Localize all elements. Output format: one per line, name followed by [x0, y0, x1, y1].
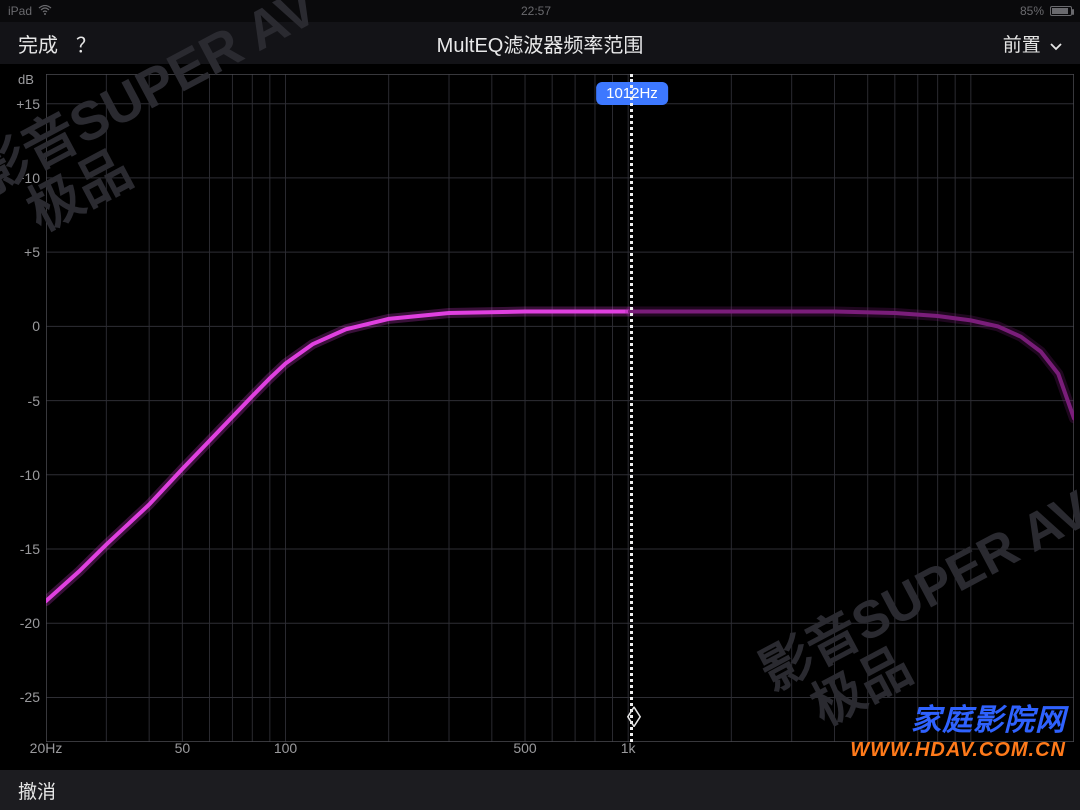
y-tick-label: +15: [0, 96, 40, 112]
x-tick-label: 500: [513, 740, 536, 756]
channel-label: 前置: [1003, 35, 1041, 56]
status-bar: iPad 22:57 85%: [0, 0, 1080, 22]
device-label: iPad: [8, 4, 32, 18]
battery-pct: 85%: [1020, 4, 1044, 18]
cursor-line[interactable]: [630, 74, 633, 742]
help-button[interactable]: ？: [76, 29, 96, 58]
curve-response-inactive: [630, 312, 1074, 419]
y-tick-label: -25: [0, 689, 40, 705]
cursor-drag-handle[interactable]: 〈〉: [614, 700, 650, 732]
channel-selector[interactable]: 前置: [1003, 30, 1062, 57]
y-tick-label: 0: [0, 318, 40, 334]
done-button[interactable]: 完成: [18, 29, 58, 58]
y-tick-label: -5: [0, 393, 40, 409]
y-tick-label: -15: [0, 541, 40, 557]
curve-response-active: [46, 312, 630, 602]
wifi-icon: [38, 4, 52, 18]
nav-bar: 完成 ？ MultEQ滤波器频率范围 前置: [0, 22, 1080, 64]
status-time: 22:57: [521, 4, 551, 18]
undo-button[interactable]: 撤消: [18, 777, 56, 804]
eq-chart: dB 1012Hz 〈〉 +15+10+50-5-10-15-20-2520Hz…: [0, 64, 1080, 770]
curve-response-active: [46, 312, 630, 602]
y-tick-label: +10: [0, 170, 40, 186]
y-tick-label: -10: [0, 467, 40, 483]
x-tick-label: 50: [175, 740, 191, 756]
x-tick-label: 20Hz: [30, 740, 63, 756]
plot-area[interactable]: [46, 74, 1074, 742]
chevron-down-icon: [1050, 35, 1062, 57]
page-title: MultEQ滤波器频率范围: [437, 29, 644, 58]
y-tick-label: -20: [0, 615, 40, 631]
y-axis-unit: dB: [18, 72, 34, 87]
y-tick-label: +5: [0, 244, 40, 260]
x-tick-label: 1k: [621, 740, 636, 756]
battery-icon: [1050, 6, 1072, 16]
bottom-bar: 撤消: [0, 770, 1080, 810]
x-tick-label: 100: [274, 740, 297, 756]
